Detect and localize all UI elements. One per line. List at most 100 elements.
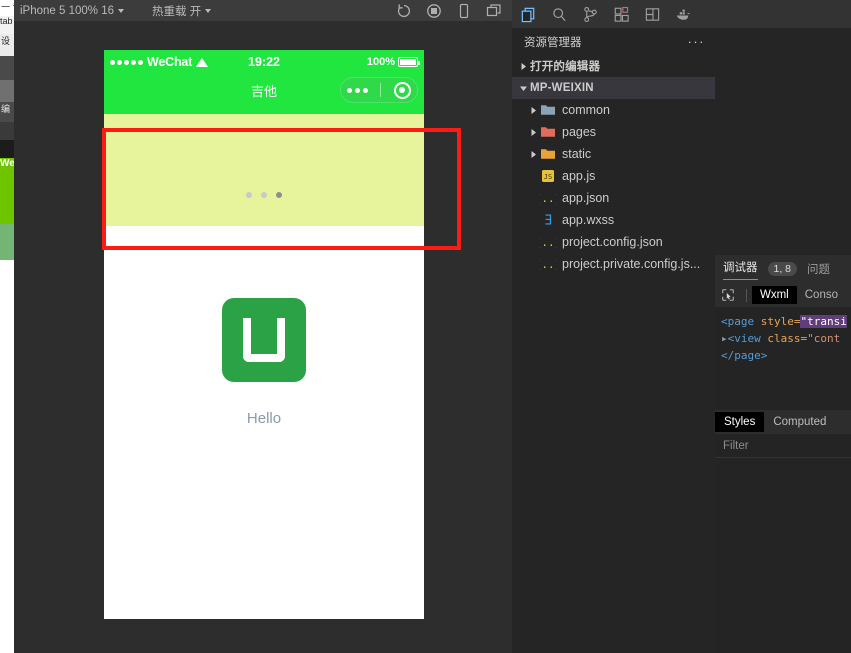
chevron-right-icon[interactable] — [526, 106, 540, 115]
swiper-dot[interactable] — [261, 192, 267, 198]
bg-green-wechat: We — [0, 158, 14, 176]
page-title: 吉他 — [250, 83, 277, 99]
app-root: 一 专 tab 设 编 We iPhone 5 100% 16 热重载 开 — [0, 0, 851, 653]
battery-icon — [398, 57, 420, 67]
styles-filter-input[interactable]: Filter — [715, 434, 851, 458]
subtab-console[interactable]: Conso — [797, 286, 846, 304]
layout-icon[interactable] — [644, 6, 661, 23]
explorer-item-static[interactable]: static — [512, 143, 715, 165]
bg-tabrow: tab — [0, 16, 14, 34]
folder-pages-icon — [540, 124, 562, 140]
explorer-item-pages[interactable]: pages — [512, 121, 715, 143]
wechat-capsule[interactable] — [340, 77, 418, 103]
code-attr: style= — [754, 315, 801, 328]
code-value-highlighted: "transi — [800, 315, 847, 328]
more-dots-icon[interactable] — [347, 87, 369, 93]
explorer-item-app.js[interactable]: JS app.js — [512, 165, 715, 187]
filter-placeholder: Filter — [723, 439, 749, 452]
debugger-tabs: 调试器 1, 8 问题 — [715, 255, 851, 283]
extensions-icon[interactable] — [613, 6, 630, 23]
refresh-icon[interactable] — [396, 3, 412, 19]
subtab-wxml[interactable]: Wxml — [752, 286, 797, 304]
explorer-item-app.wxss[interactable]: Ǝapp.wxss — [512, 209, 715, 231]
source-control-icon[interactable] — [582, 6, 599, 23]
code-attr: class= — [760, 332, 808, 345]
bg-button — [0, 80, 14, 102]
simulator-toolbar-icons — [396, 3, 514, 19]
main-window: iPhone 5 100% 16 热重载 开 WeChat 19:22 100%… — [14, 0, 851, 653]
swiper-dot-active[interactable] — [276, 192, 282, 198]
swiper-dot[interactable] — [246, 192, 252, 198]
device-selector[interactable]: iPhone 5 100% 16 — [14, 0, 130, 21]
status-time: 19:22 — [248, 55, 280, 69]
bg-dark-strip-1 — [0, 122, 14, 140]
phone-navbar: 吉他 — [104, 74, 424, 106]
code-line-3: </page> — [721, 347, 847, 364]
explorer-icon[interactable] — [520, 6, 537, 23]
chevron-right-icon[interactable] — [516, 62, 530, 71]
folder-icon — [541, 105, 555, 115]
explorer-item-common[interactable]: common — [512, 99, 715, 121]
tab-problems[interactable]: 问题 — [807, 261, 830, 277]
wxml-code-view[interactable]: <page style="transi ▸<view class="cont <… — [715, 307, 851, 364]
code-line-2: ▸<view class="cont — [721, 330, 847, 347]
bg-dark-strip-2 — [0, 140, 14, 158]
explorer-more-button[interactable]: ··· — [688, 34, 706, 49]
css-file-icon: Ǝ — [544, 214, 552, 229]
swiper-banner[interactable] — [104, 114, 424, 226]
background-window-sliver[interactable]: 一 专 tab 设 编 We — [0, 0, 14, 653]
js-file-icon: JS — [542, 170, 554, 182]
json-file-icon: {..} — [540, 256, 562, 272]
target-icon[interactable] — [393, 81, 411, 99]
bg-band — [0, 56, 14, 80]
hello-label: Hello — [246, 410, 282, 427]
svg-text:{..}: {..} — [540, 258, 556, 271]
record-icon[interactable] — [426, 3, 442, 19]
explorer-item-project.config.json[interactable]: {..} project.config.json — [512, 231, 715, 253]
tab-computed[interactable]: Computed — [764, 412, 835, 432]
vscode-panel: 资源管理器 ··· 打开的编辑器 MP-WEIXIN common pages stat… — [512, 0, 851, 653]
activity-bar — [512, 0, 851, 28]
swiper-top-spacer — [104, 106, 424, 114]
styles-body — [715, 458, 851, 653]
phone-simulator[interactable]: WeChat 19:22 100% 吉他 Hello — [104, 50, 424, 619]
explorer-panel: 资源管理器 ··· 打开的编辑器 MP-WEIXIN common pages stat… — [512, 28, 715, 653]
phone-icon[interactable] — [456, 3, 472, 19]
explorer-item-label: app.wxss — [562, 213, 615, 227]
bg-titlebar: 一 专 — [0, 0, 14, 16]
explorer-item-app.json[interactable]: {..} app.json — [512, 187, 715, 209]
simulator-stage: WeChat 19:22 100% 吉他 Hello — [14, 21, 514, 653]
svg-text:JS: JS — [544, 173, 552, 181]
explorer-item-label: common — [562, 103, 610, 117]
folder-icon — [541, 149, 555, 159]
chevron-right-icon[interactable] — [526, 128, 540, 137]
uniapp-logo-icon — [222, 298, 306, 382]
explorer-item-label: app.json — [562, 191, 610, 205]
js-file-icon: JS — [540, 168, 562, 184]
explorer-section-mp-weixin[interactable]: MP-WEIXIN — [512, 77, 715, 99]
hot-reload-selector[interactable]: 热重载 开 — [146, 0, 217, 21]
capsule-divider — [380, 83, 382, 97]
explorer-item-label: project.private.config.js... — [562, 257, 701, 271]
expand-triangle-icon[interactable]: ▸ — [721, 332, 728, 345]
explorer-section--[interactable]: 打开的编辑器 — [512, 55, 715, 77]
search-icon[interactable] — [551, 6, 568, 23]
hot-reload-label: 热重载 开 — [152, 5, 202, 18]
svg-text:Ǝ: Ǝ — [544, 214, 552, 229]
chevron-down-icon — [118, 8, 124, 13]
swiper-dots — [246, 192, 282, 198]
phone-status-bar: WeChat 19:22 100% — [104, 50, 424, 74]
explorer-item-label: app.js — [562, 169, 596, 183]
element-picker-icon[interactable] — [715, 288, 741, 302]
tab-debugger[interactable]: 调试器 — [723, 259, 758, 280]
window-icon[interactable] — [486, 3, 502, 19]
docker-icon[interactable] — [675, 6, 692, 23]
explorer-item-project.private.config.js...[interactable]: {..} project.private.config.js... — [512, 253, 715, 275]
folder-icon — [541, 127, 555, 137]
tab-styles[interactable]: Styles — [715, 412, 765, 432]
chevron-right-icon[interactable] — [526, 150, 540, 159]
bg-label: 编 — [0, 102, 14, 122]
device-selector-label: iPhone 5 100% 16 — [20, 4, 114, 17]
chevron-down-icon[interactable] — [516, 84, 530, 93]
explorer-title: 资源管理器 — [524, 36, 582, 49]
